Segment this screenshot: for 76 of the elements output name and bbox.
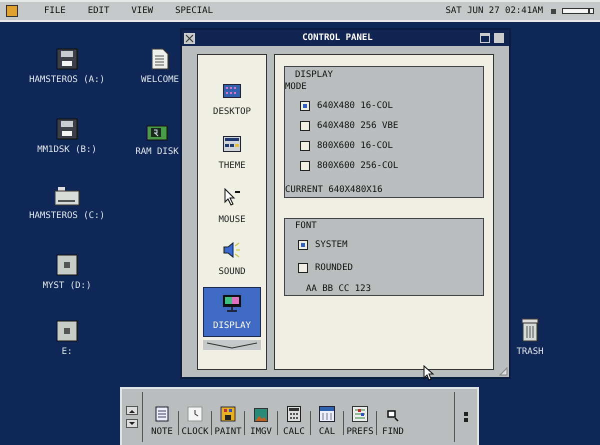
status-square-icon (551, 8, 556, 14)
group-title: FONT (295, 222, 318, 231)
desktop-icon-label[interactable]: RAM DISK (135, 148, 179, 157)
font-option-label[interactable]: SYSTEM (315, 240, 348, 250)
dock-app-button[interactable]: PAINT (212, 406, 244, 437)
mode-label: MODE (285, 83, 308, 92)
maximize-icon[interactable] (480, 33, 490, 43)
checkbox[interactable] (300, 121, 310, 131)
app-menu-icon[interactable] (6, 5, 18, 17)
dock-app-button[interactable]: PREFS (344, 406, 376, 437)
scroll-down-button[interactable] (203, 340, 261, 350)
drive-icon (56, 320, 78, 342)
desktop-icon-label[interactable]: MM1DSK (B:) (37, 146, 97, 155)
desktop-icon-label[interactable]: WELCOME (141, 76, 179, 85)
clock-text: SAT JUN 27 02:41AM (445, 6, 543, 16)
trash-can-icon (520, 318, 540, 342)
category-item[interactable]: MOUSE (203, 181, 261, 231)
dock-down-button[interactable] (126, 419, 138, 428)
desktop-icon-label[interactable]: TRASH (516, 348, 544, 357)
checkbox[interactable] (300, 141, 310, 151)
menu-item[interactable]: EDIT (88, 6, 110, 16)
image-icon (254, 408, 268, 422)
monitor-icon (222, 294, 242, 312)
dock-up-button[interactable] (126, 406, 138, 415)
hard-drive-icon (54, 186, 80, 206)
category-item[interactable]: DESKTOP (203, 75, 261, 125)
window-title: CONTROL PANEL (301, 34, 374, 42)
dock-app-button[interactable]: FIND (377, 408, 409, 437)
dock-app-button[interactable]: CALC (278, 406, 310, 437)
speaker-icon (223, 242, 241, 258)
group-title: DISPLAY (295, 71, 334, 80)
calculator-icon (287, 406, 301, 422)
memory-chip-icon (146, 124, 168, 142)
calendar-icon (319, 406, 335, 422)
mode-option-label[interactable]: 640X480 256 VBE (317, 122, 398, 130)
settings-icon (352, 406, 368, 422)
desktop-grid-icon (223, 84, 241, 98)
desktop-icon-label[interactable]: E: (62, 348, 72, 357)
clock-icon (187, 406, 203, 422)
font-option-label[interactable]: ROUNDED (315, 264, 353, 272)
desktop-icon-label[interactable]: HAMSTEROS (A:) (29, 76, 105, 85)
more-options-icon[interactable] (464, 412, 468, 422)
drive-icon (56, 254, 78, 276)
checkbox[interactable] (300, 101, 310, 111)
volume-slider-fill[interactable] (563, 9, 590, 13)
current-mode-text: CURRENT 640X480X16 (285, 186, 384, 195)
mode-option-label[interactable]: 800X600 256-COL (317, 162, 398, 170)
resize-grip-icon (499, 367, 508, 376)
checkbox[interactable] (298, 263, 308, 273)
dock-app-button[interactable]: CLOCK (179, 406, 211, 437)
dock-app-button[interactable]: CAL (311, 406, 343, 437)
mouse-cursor-icon (423, 365, 435, 381)
font-sample-text: AA BB CC 123 (306, 285, 372, 294)
palette-icon (220, 406, 236, 422)
search-icon (386, 408, 400, 422)
checkbox[interactable] (298, 240, 308, 250)
checkbox[interactable] (300, 161, 310, 171)
menu-item[interactable]: VIEW (131, 6, 154, 16)
window-layout-icon (223, 136, 241, 152)
menu-item[interactable]: SPECIAL (175, 6, 213, 16)
dock-app-button[interactable]: IMGV (245, 408, 277, 437)
caret-down-icon (129, 422, 135, 426)
category-item[interactable]: SOUND (203, 234, 261, 284)
document-icon (151, 48, 169, 70)
category-item[interactable]: THEME (203, 128, 261, 178)
pointer-icon (223, 188, 241, 206)
category-item[interactable]: DISPLAY (203, 287, 261, 337)
menu-item[interactable]: FILE (44, 6, 66, 16)
mode-option-label[interactable]: 800X600 16-COL (317, 142, 393, 150)
mode-option-label[interactable]: 640X480 16-COL (317, 102, 393, 110)
dock-app-button[interactable]: NOTE (146, 406, 178, 437)
close-icon[interactable] (184, 32, 195, 44)
caret-up-icon (129, 408, 135, 412)
desktop-icon-label[interactable]: HAMSTEROS (C:) (29, 212, 105, 221)
desktop-icon-label[interactable]: MYST (D:) (42, 282, 92, 291)
notepad-icon (155, 406, 169, 422)
